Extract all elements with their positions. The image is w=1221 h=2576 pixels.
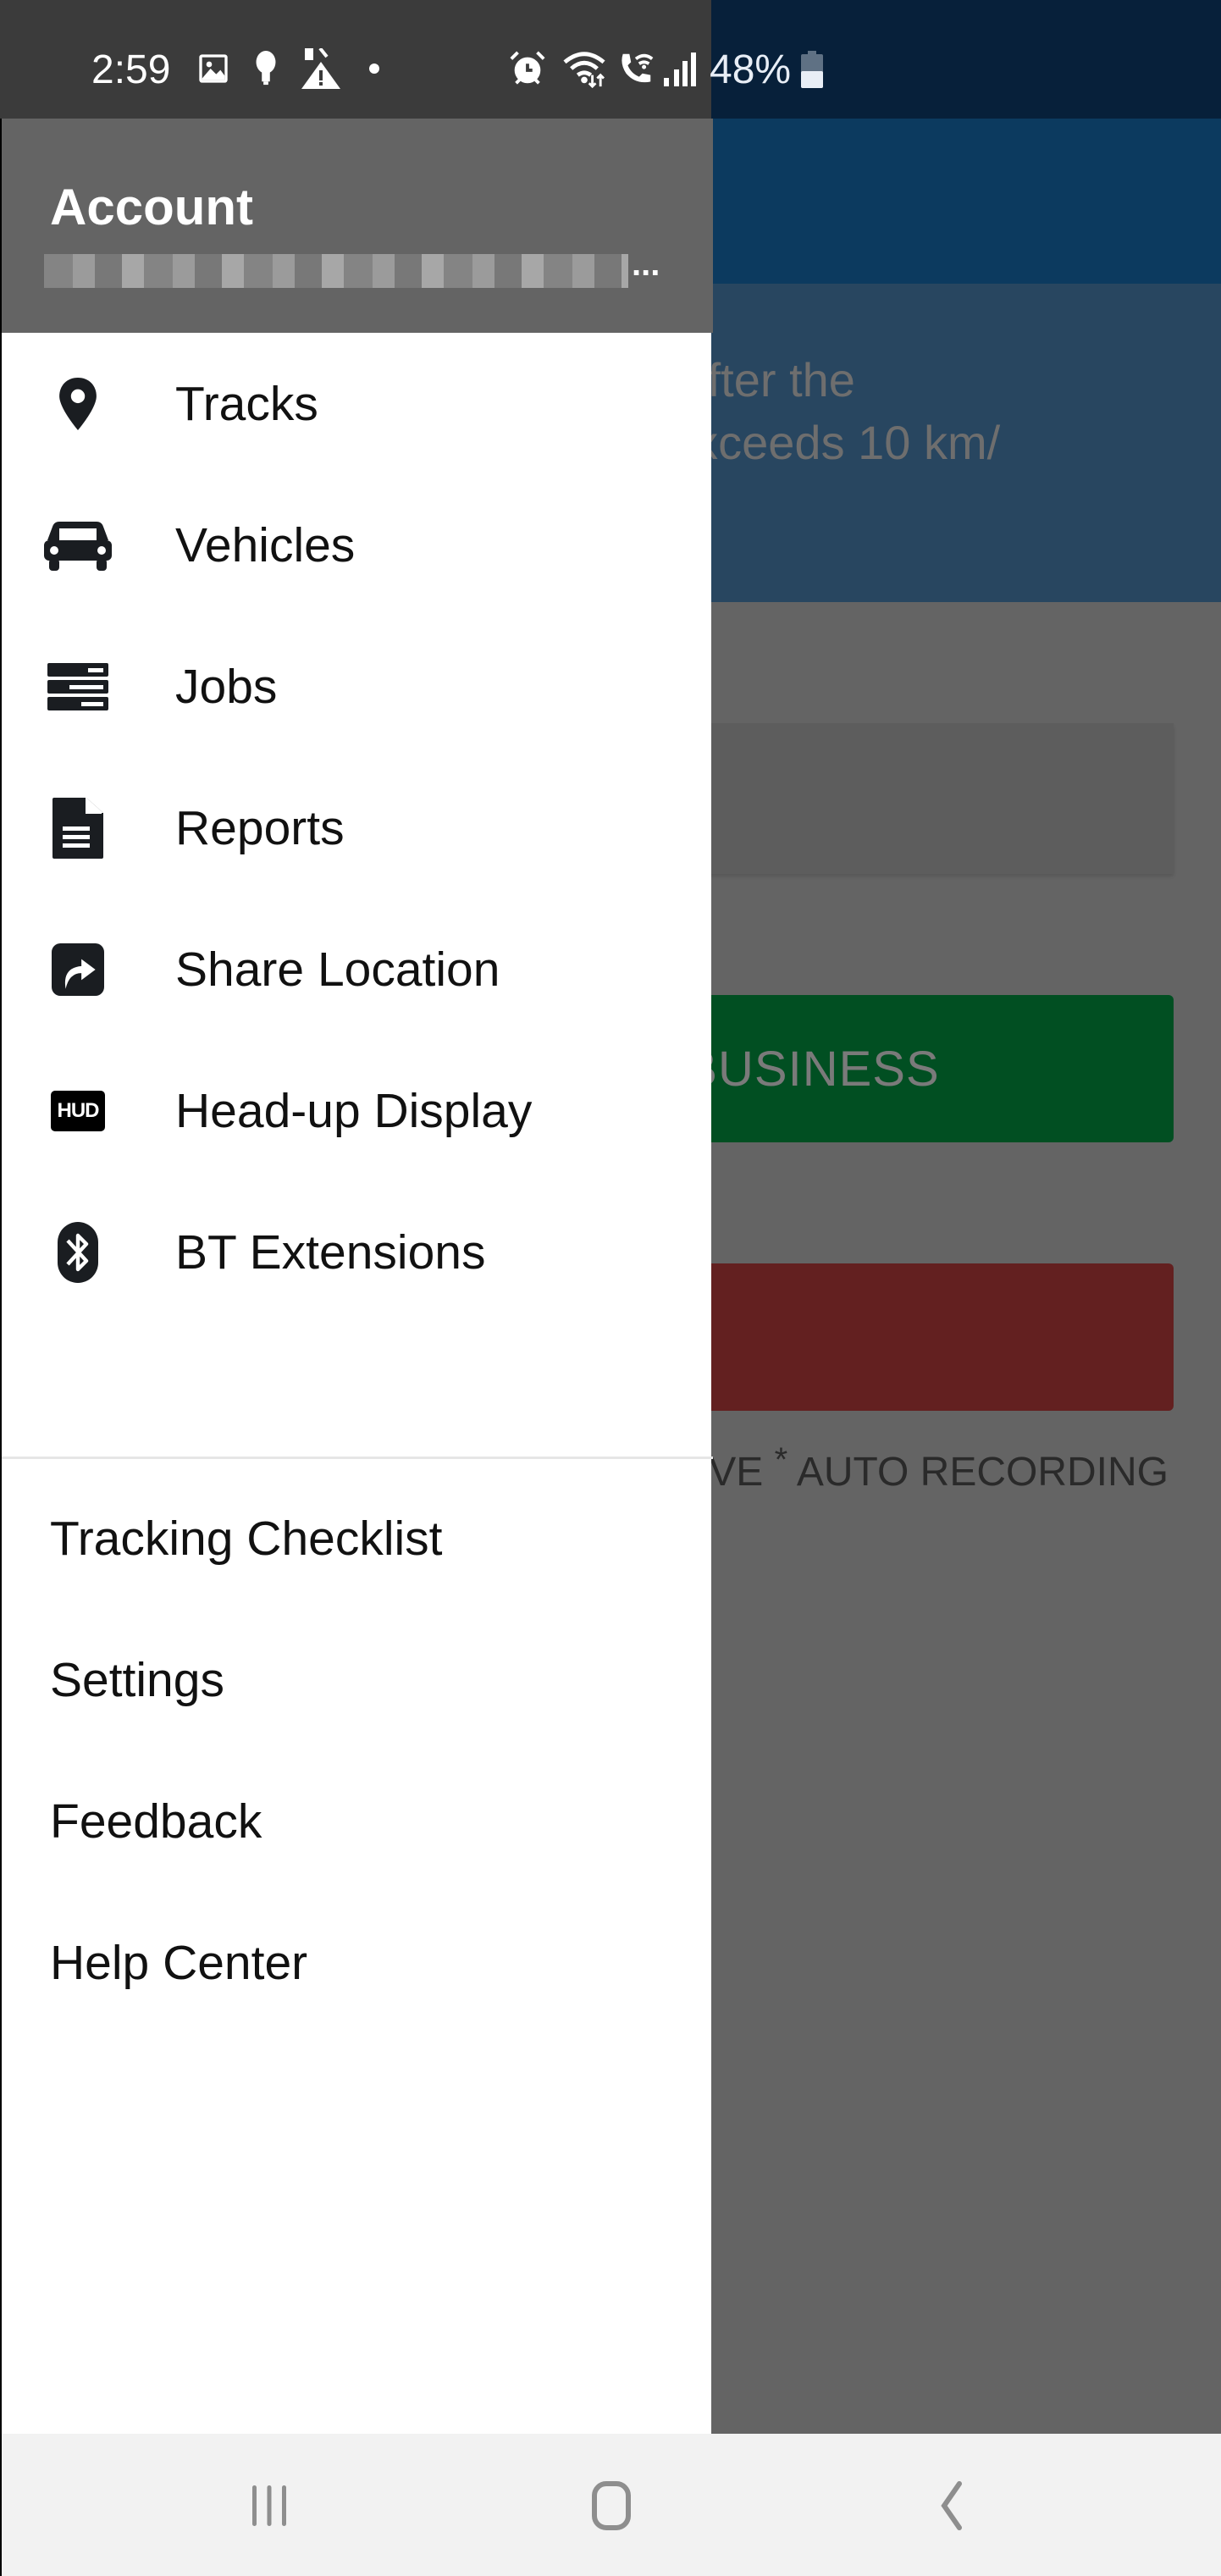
share-icon: [44, 936, 112, 1003]
document-icon: [44, 794, 112, 862]
menu-item-tracks[interactable]: Tracks: [2, 333, 713, 474]
menu-label: Tracks: [175, 376, 318, 431]
menu-label: Jobs: [175, 659, 278, 714]
menu-label: Share Location: [175, 942, 500, 997]
menu-label: BT Extensions: [175, 1224, 486, 1280]
menu-label: Settings: [50, 1652, 224, 1707]
hud-icon: HUD: [44, 1077, 112, 1145]
menu-item-share-location[interactable]: Share Location: [2, 898, 713, 1040]
scrim-overlay[interactable]: [711, 119, 1221, 2434]
home-button[interactable]: [561, 2468, 662, 2544]
car-icon: [44, 511, 112, 579]
drawer-header[interactable]: Account ...: [2, 119, 713, 333]
battery-icon: [801, 51, 823, 88]
account-email-redacted: [44, 254, 628, 288]
menu-label: Help Center: [50, 1935, 308, 1990]
alarm-icon: [506, 49, 549, 88]
menu-label: Vehicles: [175, 517, 356, 572]
navigation-drawer: Account ... Tracks Vehicles Jobs Reports…: [0, 119, 713, 2434]
gallery-icon: [195, 49, 232, 88]
bluetooth-icon: [44, 1219, 112, 1286]
account-email-ellipsis: ...: [632, 246, 660, 283]
wifi-icon: [559, 49, 610, 88]
back-icon: [941, 2481, 962, 2530]
wifi-calling-icon: [615, 49, 657, 88]
menu-item-settings[interactable]: Settings: [2, 1609, 713, 1750]
menu-item-head-up-display[interactable]: HUD Head-up Display: [2, 1040, 713, 1181]
lightbulb-icon: [252, 49, 279, 88]
menu-label: Head-up Display: [175, 1083, 533, 1138]
menu-divider: [2, 1457, 713, 1459]
drawer-secondary-menu: Tracking Checklist Settings Feedback Hel…: [2, 1468, 713, 2033]
fuel-warning-icon: [298, 48, 344, 89]
back-button[interactable]: [901, 2468, 1003, 2544]
jobs-list-icon: [44, 653, 112, 721]
battery-percent: 48%: [710, 47, 792, 92]
menu-item-reports[interactable]: Reports: [2, 757, 713, 898]
menu-label: Reports: [175, 800, 345, 855]
map-pin-icon: [44, 370, 112, 438]
menu-item-bt-extensions[interactable]: BT Extensions: [2, 1181, 713, 1323]
menu-item-tracking-checklist[interactable]: Tracking Checklist: [2, 1468, 713, 1609]
menu-label: Tracking Checklist: [50, 1511, 443, 1566]
recent-apps-icon: [252, 2485, 286, 2526]
status-time: 2:59: [91, 47, 171, 92]
home-icon: [592, 2481, 631, 2530]
status-bar: 2:59: [0, 0, 711, 119]
system-navigation-bar: [0, 2434, 1221, 2576]
menu-label: Feedback: [50, 1794, 262, 1849]
signal-icon: [660, 49, 699, 88]
account-title: Account: [50, 179, 253, 235]
dot-icon: [366, 49, 383, 88]
menu-item-help-center[interactable]: Help Center: [2, 1892, 713, 2033]
menu-item-jobs[interactable]: Jobs: [2, 616, 713, 757]
menu-item-feedback[interactable]: Feedback: [2, 1750, 713, 1892]
hud-icon-text: HUD: [51, 1090, 105, 1131]
drawer-primary-menu: Tracks Vehicles Jobs Reports Share Locat…: [2, 333, 713, 1323]
menu-item-vehicles[interactable]: Vehicles: [2, 474, 713, 616]
recent-apps-button[interactable]: [218, 2468, 320, 2544]
